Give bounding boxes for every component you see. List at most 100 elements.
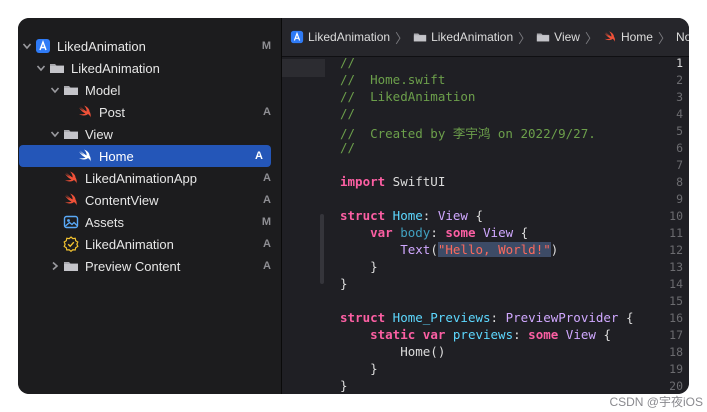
code-line[interactable]: struct Home: View { (340, 208, 483, 225)
folder-icon (63, 126, 79, 142)
code-line[interactable]: struct Home_Previews: PreviewProvider { (340, 310, 634, 327)
navigator-item-label: LikedAnimation (71, 60, 160, 76)
chevron-down-icon[interactable] (35, 62, 47, 74)
line-number: 3 (676, 90, 683, 104)
folder-icon (63, 82, 79, 98)
chevron-right-icon: 〉 (584, 30, 598, 46)
code-keyword: some (445, 225, 476, 240)
code-line[interactable]: Home() (340, 344, 445, 361)
line-number: 6 (676, 141, 683, 155)
line-number: 7 (676, 158, 683, 172)
code-line[interactable]: import SwiftUI (340, 174, 445, 191)
code-text: : (430, 225, 446, 240)
line-number: 20 (669, 379, 683, 393)
line-number: 1 (676, 56, 683, 70)
folder-icon (63, 258, 79, 274)
jumpbar-item-project[interactable]: LikedAnimation (290, 30, 390, 44)
navigator-item-preview-content[interactable]: Preview Content A (18, 255, 281, 277)
code-line[interactable]: } (340, 276, 348, 293)
code-text: { (467, 208, 484, 223)
chevron-down-icon[interactable] (49, 128, 61, 140)
code-keyword: some (528, 327, 559, 342)
code-text: : (490, 310, 506, 325)
code-line[interactable]: // (340, 106, 355, 123)
code-type: View (475, 225, 514, 240)
navigator-item-label: Model (85, 82, 121, 98)
swift-file-icon (63, 170, 79, 186)
jumpbar-label: No Selection (676, 30, 689, 44)
folder-icon (413, 33, 427, 42)
status-badge: A (263, 238, 271, 250)
code-line[interactable]: // (340, 140, 355, 157)
navigator-item-contentview[interactable]: ContentView A (18, 189, 281, 211)
navigator-item-project[interactable]: LikedAnimation M (18, 35, 281, 57)
change-bar (320, 214, 324, 284)
current-line-highlight (282, 59, 325, 77)
code-line[interactable]: Text("Hello, World!") (340, 242, 558, 259)
folder-icon (49, 60, 65, 76)
code-line[interactable]: // Home.swift (340, 72, 445, 89)
line-number-gutter (282, 57, 325, 394)
line-number: 12 (669, 243, 683, 257)
code-line[interactable]: } (340, 361, 378, 378)
code-type: View (558, 327, 596, 342)
code-line[interactable]: static var previews: some View { (340, 327, 611, 344)
chevron-right-icon: 〉 (518, 30, 532, 46)
navigator-item-group[interactable]: LikedAnimation (18, 57, 281, 79)
code-text: ( (430, 242, 438, 257)
chevron-right-icon[interactable] (49, 260, 61, 272)
code-string: "Hello, World!" (437, 242, 551, 257)
navigator-item-likedanimationapp[interactable]: LikedAnimationApp A (18, 167, 281, 189)
navigator-item-label: LikedAnimationApp (85, 170, 198, 186)
line-number: 17 (669, 328, 683, 342)
status-badge: A (255, 150, 263, 162)
navigator-item-entitlements[interactable]: LikedAnimation A (18, 233, 281, 255)
project-icon (35, 38, 51, 54)
watermark-text: CSDN @宇夜iOS (609, 395, 703, 409)
code-function: Text (400, 242, 431, 257)
navigator-item-model[interactable]: Model (18, 79, 281, 101)
jump-bar: LikedAnimation 〉 LikedAnimation 〉 View 〉… (282, 18, 689, 57)
chevron-down-icon[interactable] (21, 40, 33, 52)
navigator-item-label: Assets (85, 214, 125, 230)
status-badge: A (263, 172, 271, 184)
code-text: : (422, 208, 438, 223)
navigator-item-assets[interactable]: Assets M (18, 211, 281, 233)
jumpbar-item-view[interactable]: View (536, 30, 580, 44)
code-line[interactable]: } (340, 378, 348, 394)
entitlements-icon (63, 236, 79, 252)
code-type-name: Home_Previews (385, 310, 491, 325)
jumpbar-item-group[interactable]: LikedAnimation (413, 30, 513, 44)
code-line[interactable]: } (340, 259, 378, 276)
code-text: ) (550, 242, 559, 257)
line-number: 11 (669, 226, 683, 240)
navigator-item-view[interactable]: View (18, 123, 281, 145)
swift-file-icon (604, 31, 615, 42)
jumpbar-item-home[interactable]: Home (603, 30, 653, 44)
navigator-item-home[interactable]: Home A (19, 145, 271, 167)
code-keyword: var (370, 225, 393, 240)
code-line[interactable]: var body: some View { (340, 225, 528, 242)
code-line[interactable]: // Created by 李宇鸿 on 2022/9/27. (340, 123, 596, 141)
jumpbar-label: Home (620, 30, 653, 44)
chevron-right-icon: 〉 (395, 30, 409, 46)
status-badge: M (261, 216, 271, 228)
code-line[interactable]: // (340, 55, 355, 72)
code-property: previews (445, 327, 514, 342)
navigator-item-post[interactable]: Post A (18, 101, 281, 123)
navigator-item-label: View (85, 126, 113, 142)
code-keyword: struct (340, 208, 386, 223)
code-text: { (513, 225, 529, 240)
line-number: 16 (669, 311, 683, 325)
jumpbar-item-symbol[interactable]: No Selection (676, 30, 689, 44)
navigator-item-label: LikedAnimation (85, 236, 174, 252)
chevron-down-icon[interactable] (49, 84, 61, 96)
status-badge: A (263, 106, 271, 118)
status-badge: A (263, 260, 271, 272)
navigator-item-label: ContentView (85, 192, 159, 208)
status-badge: A (263, 194, 271, 206)
line-number: 14 (669, 277, 683, 291)
line-number: 2 (676, 73, 683, 87)
code-line[interactable]: // LikedAnimation (340, 89, 475, 106)
